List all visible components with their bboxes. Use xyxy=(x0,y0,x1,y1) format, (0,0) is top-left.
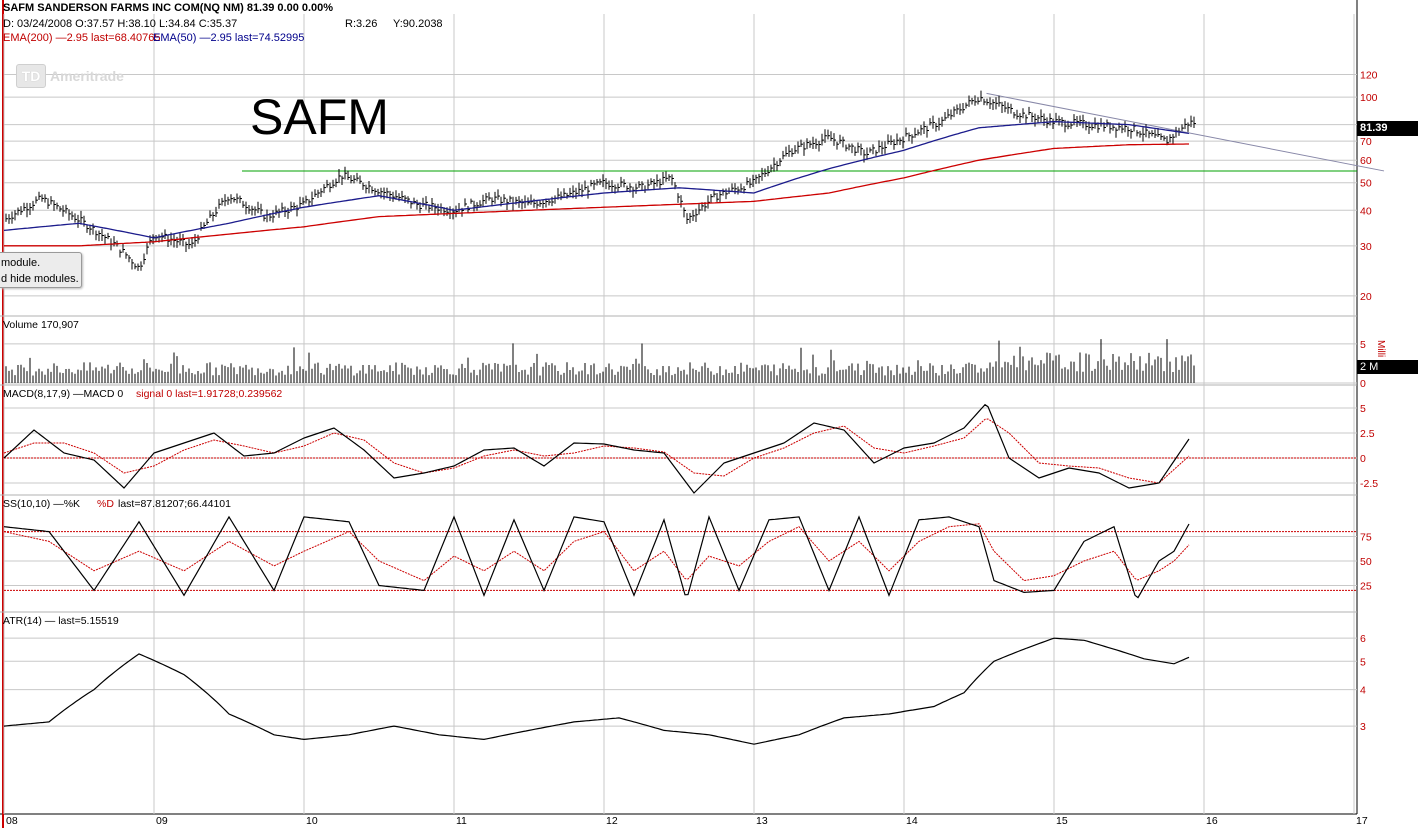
atr-label: ATR(14) — last=5.15519 xyxy=(3,615,119,627)
ema50-label: EMA(50) —2.95 last=74.52995 xyxy=(153,32,305,44)
macd-panel xyxy=(3,403,1357,494)
trend-line xyxy=(986,92,1385,172)
price-tick-label: 50 xyxy=(1360,178,1372,190)
volume-tag: 2 M xyxy=(1357,360,1418,374)
ameritrade-logo: TD Ameritrade xyxy=(16,64,124,88)
atr-tick-label: 3 xyxy=(1360,721,1366,733)
x-tick-label: 08 xyxy=(6,815,18,827)
module-tooltip: module. d hide modules. xyxy=(0,252,82,288)
macd-signal-line xyxy=(3,418,1190,484)
last-price-tag: 81.39 xyxy=(1357,121,1418,136)
ss-d-label: %D xyxy=(97,498,114,510)
atr-line xyxy=(3,637,1190,745)
macd-signal-label: signal 0 last=1.91728;0.239562 xyxy=(136,388,283,400)
price-tick-label: 60 xyxy=(1360,155,1372,167)
logo-mark: TD xyxy=(16,64,46,88)
atr-panel xyxy=(3,637,1190,745)
ema200-line xyxy=(4,143,1189,247)
x-tick-label: 15 xyxy=(1056,815,1068,827)
macd-tick-label: 2.5 xyxy=(1360,428,1375,440)
x-tick-label: 09 xyxy=(156,815,168,827)
macd-line xyxy=(3,403,1190,494)
symbol-line: SAFM SANDERSON FARMS INC COM(NQ NM) 81.3… xyxy=(3,2,334,14)
volume-tick-label: 0 xyxy=(1360,378,1366,390)
ss-label: SS(10,10) —%K xyxy=(3,498,81,510)
price-panel xyxy=(3,90,1385,271)
price-tick-label: 70 xyxy=(1360,136,1372,148)
price-tick-label: 40 xyxy=(1360,205,1372,217)
x-axis: 08 09 10 11 12 13 14 15 16 17 xyxy=(6,815,1368,827)
price-tick-label: 30 xyxy=(1360,241,1372,253)
ema200-label: EMA(200) —2.95 last=68.40765 xyxy=(3,32,161,44)
ss-tick-label: 25 xyxy=(1360,581,1372,593)
stock-chart: 120100807060504030205052.50-2.5755025654… xyxy=(0,0,1385,828)
ss-d-line xyxy=(3,523,1190,582)
atr-tick-label: 6 xyxy=(1360,633,1366,645)
y-value: Y:90.2038 xyxy=(393,18,443,30)
volume-panel xyxy=(5,339,1195,383)
ss-tick-label: 50 xyxy=(1360,556,1372,568)
chart-grid xyxy=(0,0,1358,828)
tooltip-line-2: d hide modules. xyxy=(1,273,79,285)
logo-text: Ameritrade xyxy=(50,68,124,84)
ss-tick-label: 75 xyxy=(1360,532,1372,544)
x-tick-label: 13 xyxy=(756,815,768,827)
r-value: R:3.26 xyxy=(345,18,378,30)
macd-label: MACD(8,17,9) —MACD 0 xyxy=(3,388,124,400)
volume-label: Volume 170,907 xyxy=(3,319,79,331)
ticker-annotation: SAFM xyxy=(250,89,389,145)
x-tick-label: 17 xyxy=(1356,815,1368,827)
price-tick-label: 120 xyxy=(1360,70,1378,82)
volume-unit-label: Milli xyxy=(1375,340,1386,358)
atr-tick-label: 4 xyxy=(1360,685,1366,697)
ohlc-line: D: 03/24/2008 O:37.57 H:38.10 L:34.84 C:… xyxy=(3,18,238,30)
macd-tick-label: 5 xyxy=(1360,403,1366,415)
price-tick-label: 20 xyxy=(1360,291,1372,303)
price-tick-label: 100 xyxy=(1360,92,1378,104)
price-bars xyxy=(5,90,1196,271)
atr-tick-label: 5 xyxy=(1360,656,1366,668)
x-tick-label: 10 xyxy=(306,815,318,827)
macd-tick-label: 0 xyxy=(1360,453,1366,465)
x-tick-label: 14 xyxy=(906,815,918,827)
tooltip-line-1: module. xyxy=(1,257,41,269)
ss-last-label: last=87.81207;66.44101 xyxy=(118,498,231,510)
x-tick-label: 12 xyxy=(606,815,618,827)
macd-tick-label: -2.5 xyxy=(1360,478,1378,490)
x-tick-label: 11 xyxy=(456,815,467,827)
x-tick-label: 16 xyxy=(1206,815,1218,827)
volume-tick-label: 5 xyxy=(1360,339,1366,351)
